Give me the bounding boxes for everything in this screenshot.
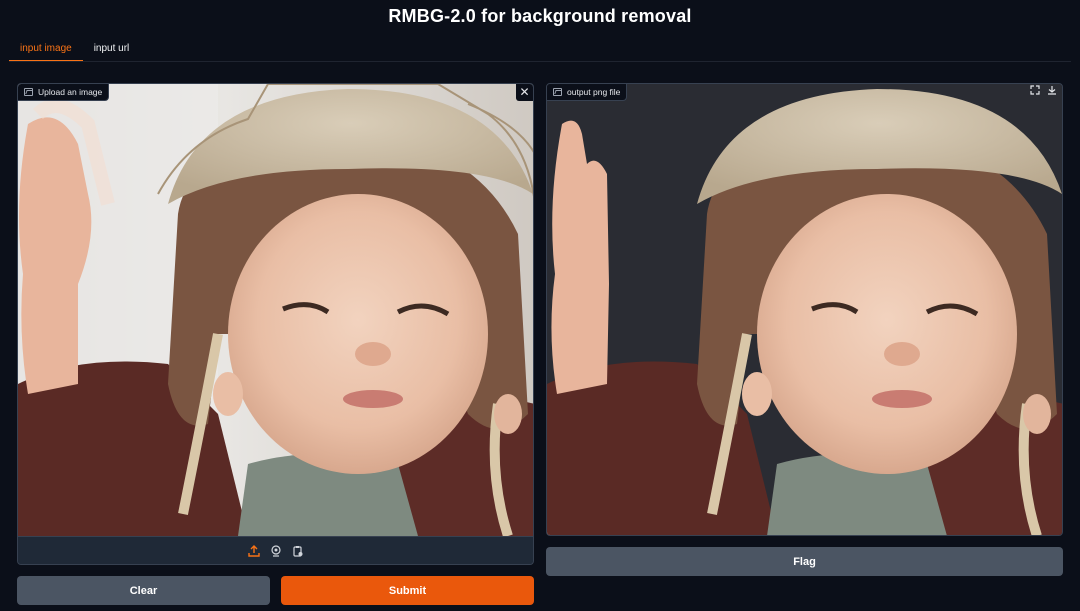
clear-button[interactable]: Clear bbox=[17, 576, 270, 605]
upload-icon[interactable] bbox=[247, 544, 261, 558]
output-image-label-text: output png file bbox=[567, 87, 621, 97]
input-image-label: Upload an image bbox=[18, 84, 110, 101]
output-image-panel: output png file bbox=[546, 83, 1063, 536]
image-icon bbox=[24, 88, 33, 96]
tab-input-url[interactable]: input url bbox=[83, 38, 141, 62]
close-icon[interactable]: ✕ bbox=[516, 84, 533, 101]
input-image-label-text: Upload an image bbox=[38, 87, 103, 97]
input-photo bbox=[18, 84, 533, 536]
tab-bar: input image input url bbox=[9, 38, 140, 62]
page-title: RMBG-2.0 for background removal bbox=[388, 6, 692, 26]
tab-input-image[interactable]: input image bbox=[9, 38, 83, 62]
fullscreen-icon[interactable] bbox=[1029, 85, 1041, 97]
app-page: RMBG-2.0 for background removal input im… bbox=[0, 0, 1080, 611]
output-image-label: output png file bbox=[547, 84, 628, 101]
output-image-preview bbox=[547, 84, 1062, 535]
input-image-panel[interactable]: Upload an image ✕ bbox=[17, 83, 534, 565]
download-icon[interactable] bbox=[1046, 85, 1058, 97]
image-source-bar bbox=[18, 536, 533, 564]
webcam-icon[interactable] bbox=[269, 544, 283, 558]
flag-button[interactable]: Flag bbox=[546, 547, 1063, 576]
image-icon bbox=[553, 88, 562, 96]
submit-button[interactable]: Submit bbox=[281, 576, 534, 605]
input-image-preview[interactable] bbox=[18, 84, 533, 536]
tab-divider bbox=[9, 61, 1071, 62]
output-toolbar bbox=[1029, 85, 1058, 97]
output-photo bbox=[547, 84, 1062, 535]
clipboard-icon[interactable] bbox=[291, 544, 305, 558]
